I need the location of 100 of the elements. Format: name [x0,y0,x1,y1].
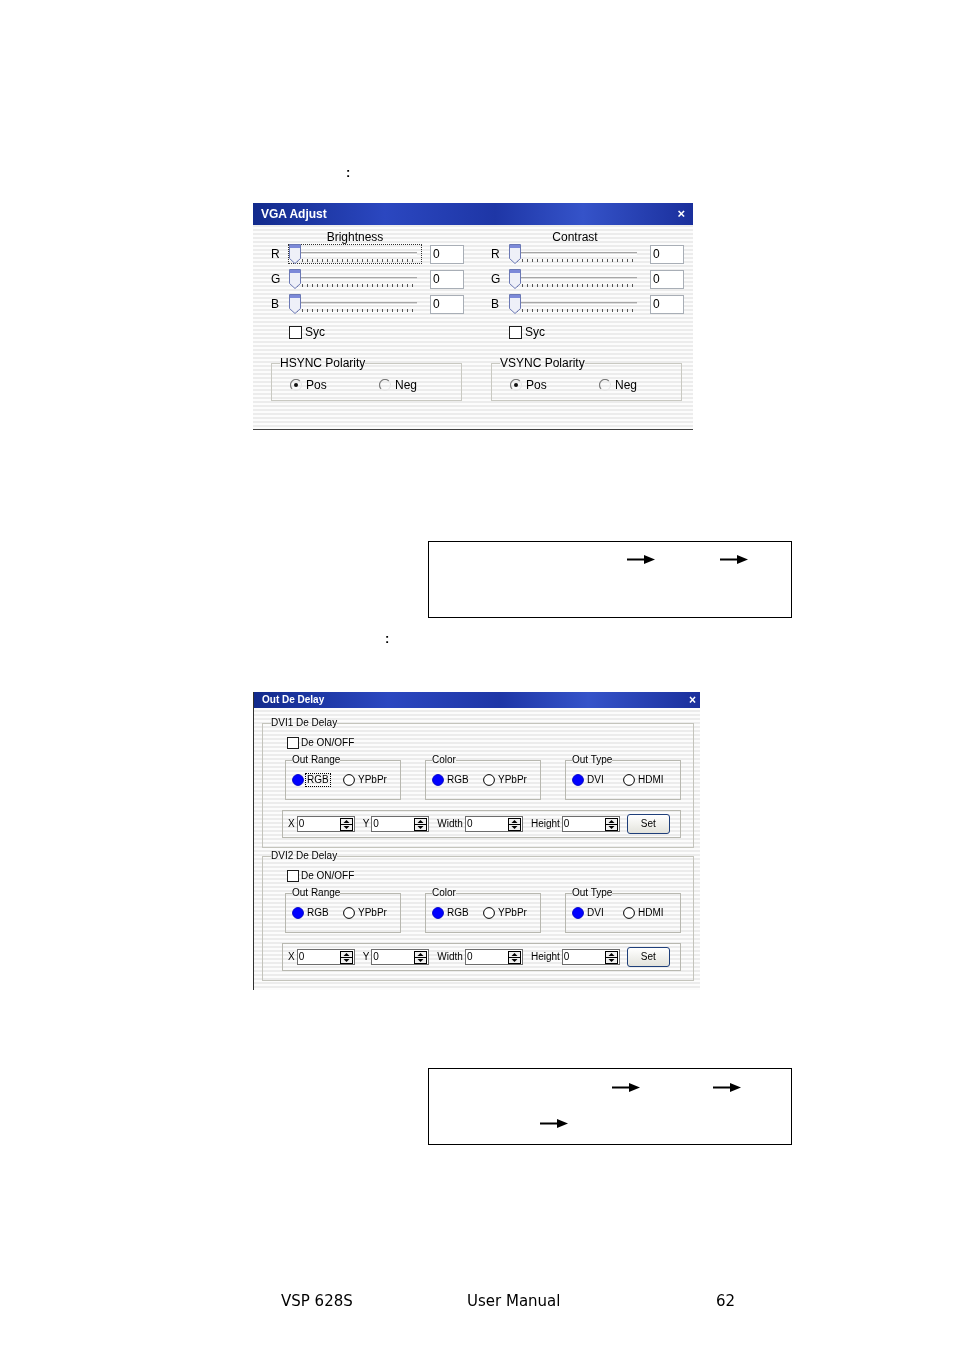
slider-thumb[interactable] [289,269,301,289]
radio-button[interactable] [599,379,611,391]
spin-arrows-icon[interactable] [604,950,618,964]
value-field[interactable]: 0 [650,294,684,314]
number-field[interactable]: 0 [371,949,430,965]
number-field[interactable]: 0 [561,816,620,832]
spin-arrows-icon[interactable] [339,817,353,831]
window-title: VGA Adjust [261,207,327,221]
close-button[interactable]: × [689,694,696,706]
radio-label: RGB [306,906,330,920]
close-button[interactable]: × [677,207,685,221]
checkbox[interactable] [287,737,299,749]
field-label: X [288,818,295,830]
value-field[interactable]: 0 [430,294,464,314]
radio-label: Pos [306,378,327,392]
group-title: Out Type [572,754,613,766]
value-field[interactable]: 0 [430,269,464,289]
number-field[interactable]: 0 [464,816,523,832]
arrow-icon [612,1083,640,1092]
radio-label: YPbPr [357,906,388,920]
radio-label: Neg [395,378,417,392]
slider-thumb[interactable] [509,244,521,264]
checkbox-label: De ON/OFF [301,737,355,749]
number-field[interactable]: 0 [371,816,430,832]
radio-button[interactable] [432,907,444,919]
radio-label: HDMI [637,906,665,920]
checkbox[interactable] [509,325,522,339]
field-label: X [288,951,295,963]
radio-button[interactable] [432,774,444,786]
radio-button[interactable] [292,907,304,919]
radio-label: YPbPr [497,906,528,920]
slider-track[interactable] [288,244,422,264]
colon-mark: : [385,632,390,646]
field-label: Y [362,951,370,963]
checkbox[interactable] [287,870,299,882]
radio-label: YPbPr [497,773,528,787]
slider-label: B [271,297,280,311]
window-title: Out De Delay [262,694,325,706]
footer-product: VSP 628S [281,1292,354,1310]
slider-label: G [491,272,502,286]
spin-arrows-icon[interactable] [507,817,521,831]
slider-thumb[interactable] [289,294,301,314]
spin-arrows-icon[interactable] [339,950,353,964]
slider-group-heading: Contrast [552,230,598,244]
group-title: Out Type [572,887,613,899]
value-field[interactable]: 0 [650,244,684,264]
value-field[interactable]: 0 [430,244,464,264]
radio-button[interactable] [379,379,391,391]
checkbox-label: Syc [525,325,545,339]
radio-button[interactable] [483,907,495,919]
spin-arrows-icon[interactable] [414,817,428,831]
arrow-icon [713,1083,741,1092]
arrow-icon [720,555,748,564]
radio-label: RGB [446,773,470,787]
group-title: Out Range [292,887,341,899]
slider-label: G [271,272,282,286]
group-title: Out Range [292,754,341,766]
value-field[interactable]: 0 [650,269,684,289]
radio-button[interactable] [510,379,522,391]
group-title: VSYNC Polarity [500,356,585,370]
radio-label: DVI [586,906,605,920]
checkbox-label: De ON/OFF [301,870,355,882]
radio-button[interactable] [483,774,495,786]
spin-arrows-icon[interactable] [414,950,428,964]
slider-thumb[interactable] [509,269,521,289]
group-title: DVI2 De Delay [271,850,338,862]
field-label: Y [362,818,370,830]
spin-arrows-icon[interactable] [507,950,521,964]
page-number: 62 [716,1292,736,1310]
spin-arrows-icon[interactable] [604,817,618,831]
radio-button[interactable] [290,379,302,391]
slider-group-heading: Brightness [326,230,384,244]
group-title: DVI1 De Delay [271,717,338,729]
radio-label: RGB [305,773,331,787]
number-field[interactable]: 0 [464,949,523,965]
radio-label: YPbPr [357,773,388,787]
radio-button[interactable] [572,774,584,786]
radio-label: DVI [586,773,605,787]
radio-button[interactable] [623,774,635,786]
slider-thumb[interactable] [509,294,521,314]
slider-thumb[interactable] [289,244,301,264]
slider-label: B [491,297,500,311]
set-button[interactable]: Set [626,947,670,967]
slider-label: R [491,247,501,261]
arrow-icon [540,1119,568,1128]
checkbox[interactable] [289,325,302,339]
colon-mark: : [346,166,351,180]
set-button[interactable]: Set [626,814,670,834]
radio-button[interactable] [623,907,635,919]
radio-button[interactable] [343,774,355,786]
radio-label: RGB [446,906,470,920]
radio-button[interactable] [343,907,355,919]
slider-label: R [271,247,281,261]
number-field[interactable]: 0 [296,816,355,832]
radio-button[interactable] [292,774,304,786]
number-field[interactable]: 0 [561,949,620,965]
field-label: Height [530,951,560,963]
number-field[interactable]: 0 [296,949,355,965]
field-label: Width [437,818,463,830]
radio-button[interactable] [572,907,584,919]
